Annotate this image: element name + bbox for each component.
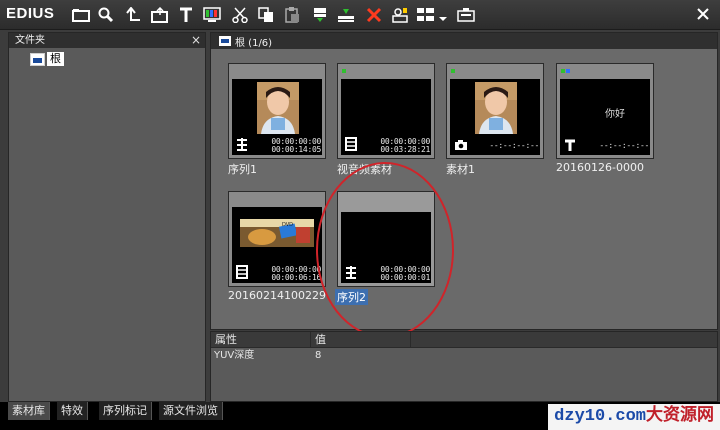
tab-source-browser[interactable]: 源文件浏览: [159, 402, 223, 420]
title-icon[interactable]: [175, 4, 197, 26]
color-bars-icon[interactable]: [201, 4, 223, 26]
clip-label: 20160126-0000: [556, 161, 644, 174]
folder-panel: 文件夹 × 根: [8, 32, 206, 402]
column-header-property[interactable]: 属性: [211, 332, 311, 347]
clip-tc-out: 00:00:06:16: [271, 273, 321, 282]
bin-header: 根 (1/6): [211, 33, 717, 49]
copy-icon[interactable]: [255, 4, 277, 26]
clip-thumbnail[interactable]: 00:00:00:00 00:00:14:05: [228, 63, 326, 159]
search-icon[interactable]: [95, 4, 117, 26]
clip-label: 20160214100229: [228, 289, 326, 302]
clip-label: 序列1: [228, 163, 257, 176]
capture-icon[interactable]: [455, 4, 477, 26]
tab-sequence-markers[interactable]: 序列标记: [99, 402, 152, 420]
clip-item-selected[interactable]: 00:00:00:00 00:00:00:01 序列2: [335, 191, 435, 305]
title-text-preview: 你好: [605, 109, 625, 120]
property-value: 8: [315, 350, 322, 361]
window-close-icon[interactable]: [694, 5, 712, 23]
clip-tc-out: --:--:--:--: [599, 141, 649, 150]
clip-thumbnail[interactable]: --:--:--:--: [446, 63, 544, 159]
video-track-indicator: [561, 69, 565, 73]
overwrite-timeline-icon[interactable]: [335, 4, 357, 26]
folder-panel-close-button[interactable]: ×: [191, 33, 201, 48]
clip-thumbnail[interactable]: 00:00:00:00 00:00:00:01: [337, 191, 435, 287]
portrait-thumbnail-image: [475, 82, 517, 134]
clip-item[interactable]: --:--:--:-- 素材1: [446, 63, 544, 177]
watermark-cn: 大资源网: [646, 407, 714, 426]
insert-timeline-icon[interactable]: [309, 4, 331, 26]
sequence-icon: [346, 266, 356, 279]
tab-effects[interactable]: 特效: [57, 402, 88, 420]
clip-tc-out: 00:00:14:05: [271, 145, 321, 154]
property-row: YUV深度 8: [211, 348, 717, 364]
clip-tc-out: 00:03:28:21: [380, 145, 430, 154]
app-title: EDIUS: [6, 5, 55, 22]
view-mode-icon[interactable]: [415, 4, 437, 26]
bin-panel: 根 (1/6) 00:00:00:00 00:00:14:05 序列1 00:0…: [210, 32, 718, 330]
clip-tc-out: 00:00:00:01: [380, 273, 430, 282]
watermark: dzy10.com大资源网: [548, 404, 720, 430]
video-thumbnail-image: DVD: [240, 219, 314, 247]
tab-bin[interactable]: 素材库: [8, 402, 50, 420]
dropdown-icon[interactable]: [436, 4, 450, 26]
clip-item[interactable]: 00:00:00:00 00:00:14:05 序列1: [228, 63, 326, 177]
folder-panel-title: 文件夹: [15, 35, 45, 46]
video-clip-icon: [236, 265, 248, 279]
portrait-thumbnail-image: [257, 82, 299, 134]
video-track-indicator: [342, 69, 346, 73]
property-name: YUV深度: [214, 350, 255, 361]
bin-folder-icon: [219, 36, 231, 46]
folder-panel-header: 文件夹 ×: [9, 33, 205, 48]
paste-icon[interactable]: [281, 4, 303, 26]
tree-item-root[interactable]: 根: [30, 51, 64, 67]
sequence-icon: [237, 138, 247, 151]
svg-text:DVD: DVD: [282, 222, 293, 228]
up-level-icon[interactable]: [123, 4, 145, 26]
toolbar: EDIUS: [0, 0, 720, 30]
video-track-indicator: [451, 69, 455, 73]
clip-label: 视音频素材: [337, 163, 392, 176]
properties-header: 属性 值: [211, 332, 717, 348]
column-header-value[interactable]: 值: [311, 332, 411, 347]
video-clip-icon: [345, 137, 357, 151]
clip-label: 序列2: [335, 289, 368, 305]
clip-item[interactable]: 00:00:00:00 00:03:28:21 视音频素材: [337, 63, 435, 177]
properties-icon[interactable]: [389, 4, 411, 26]
delete-icon[interactable]: [363, 4, 385, 26]
tree-item-root-label: 根: [47, 52, 64, 66]
clip-item[interactable]: 你好 --:--:--:-- 20160126-0000: [556, 63, 654, 174]
bin-folder-icon: [30, 52, 45, 66]
camera-icon: [455, 140, 467, 150]
watermark-latin: dzy10.com: [554, 407, 646, 426]
open-folder-icon[interactable]: [70, 4, 92, 26]
bin-title: 根 (1/6): [235, 37, 273, 49]
properties-panel: 属性 值 YUV深度 8: [210, 331, 718, 402]
bottom-tab-bar: 素材库 特效 序列标记 源文件浏览 dzy10.com大资源网: [0, 402, 720, 430]
new-bin-icon[interactable]: [149, 4, 171, 26]
clip-thumbnail[interactable]: DVD 00:00:00:00 00:00:06:16: [228, 191, 326, 287]
clip-tc-out: --:--:--:--: [489, 141, 539, 150]
clip-thumbnail[interactable]: 你好 --:--:--:--: [556, 63, 654, 159]
clip-thumbnail[interactable]: 00:00:00:00 00:03:28:21: [337, 63, 435, 159]
alpha-track-indicator: [566, 69, 570, 73]
cut-icon[interactable]: [229, 4, 251, 26]
clip-item[interactable]: DVD 00:00:00:00 00:00:06:16 201602141002…: [228, 191, 326, 302]
clip-label: 素材1: [446, 163, 475, 176]
title-clip-icon: [565, 139, 575, 151]
